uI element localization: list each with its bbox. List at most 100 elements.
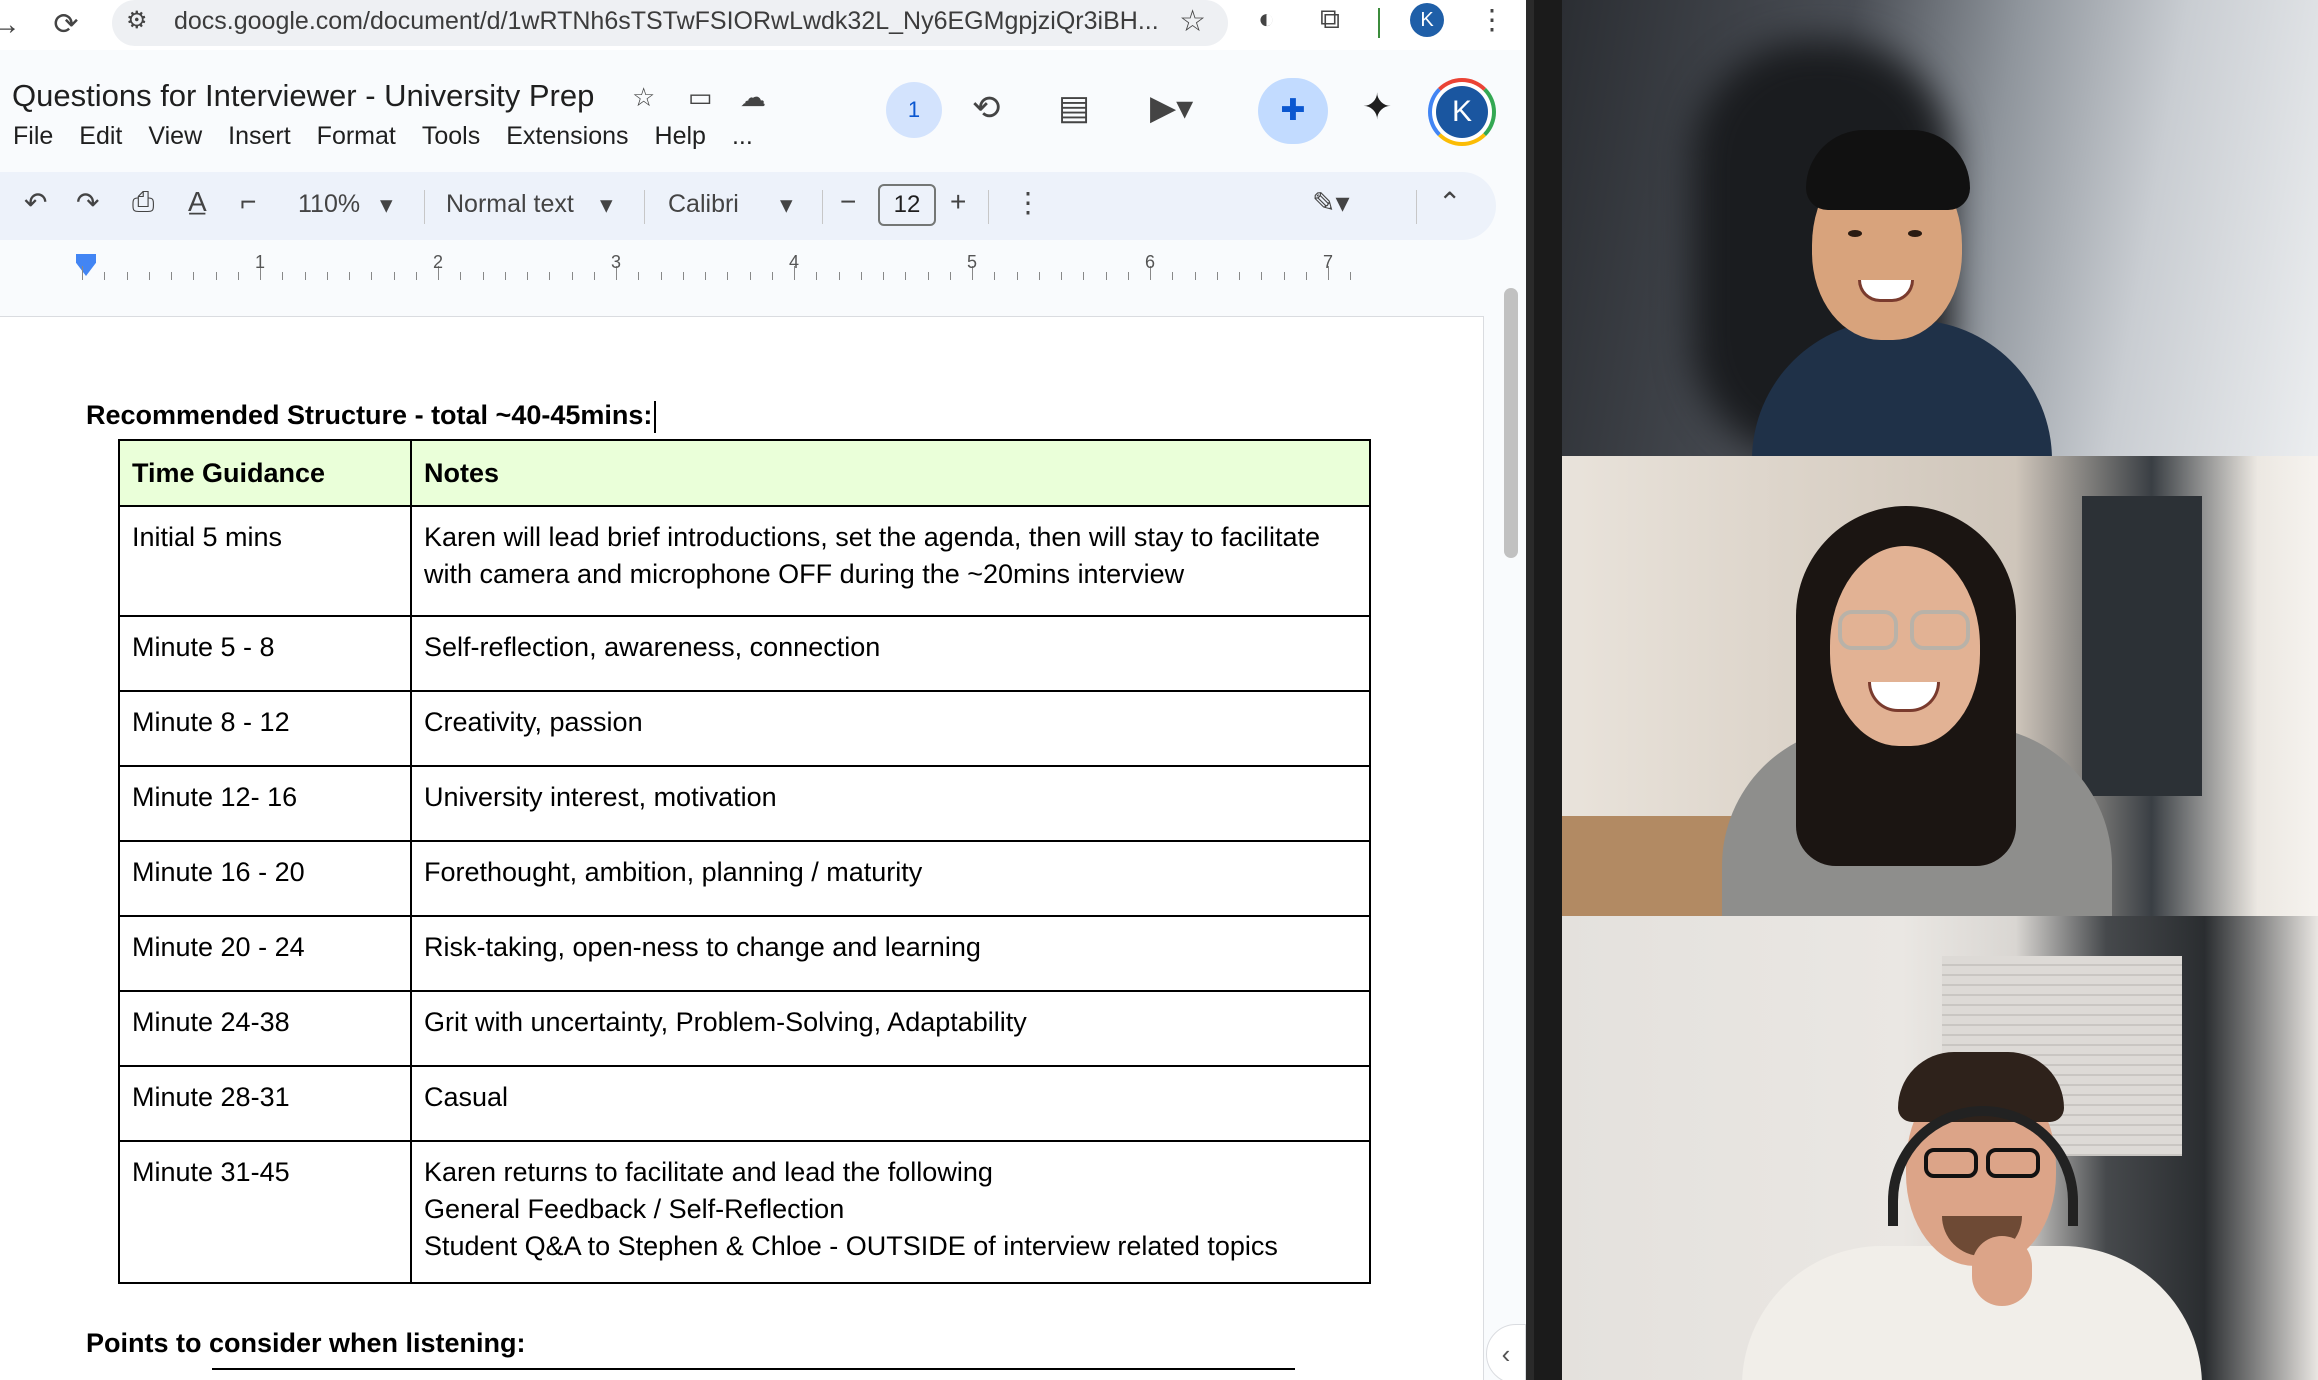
ruler-tick — [148, 272, 150, 280]
notes-cell[interactable]: Risk-taking, open-ness to change and lea… — [410, 915, 1371, 992]
divider-edge — [1526, 0, 1534, 1380]
time-guidance-cell[interactable]: Initial 5 mins — [118, 505, 412, 617]
notes-cell[interactable]: Creativity, passion — [410, 690, 1371, 767]
forward-icon[interactable]: → — [0, 5, 26, 45]
document-title[interactable]: Questions for Interviewer - University P… — [12, 78, 594, 114]
glasses-left — [1924, 1148, 1978, 1178]
vertical-scrollbar[interactable] — [1504, 288, 1518, 558]
paint-format-icon[interactable]: ⌐ — [240, 186, 256, 218]
cloud-status-icon[interactable]: ☁ — [740, 82, 766, 113]
style-dropdown-icon[interactable]: ▾ — [600, 190, 613, 220]
ruler-tick — [771, 272, 773, 280]
ruler-tick — [1038, 272, 1040, 280]
spellcheck-icon[interactable]: A̲ — [188, 186, 207, 218]
notes-cell[interactable]: Karen returns to facilitate and lead the… — [410, 1140, 1371, 1284]
indent-marker[interactable] — [76, 254, 96, 276]
next-table-border — [212, 1368, 1295, 1370]
time-guidance-cell[interactable]: Minute 5 - 8 — [118, 615, 412, 692]
font-dropdown-icon[interactable]: ▾ — [780, 190, 793, 220]
address-bar[interactable]: ⚙ docs.google.com/document/d/1wRTNh6sTST… — [112, 0, 1228, 46]
video-tile-participant-3-active-speaker[interactable] — [1562, 916, 2318, 1380]
ruler-tick — [304, 272, 306, 280]
extensions-puzzle-icon[interactable]: ⧉ — [1320, 3, 1340, 36]
notes-cell[interactable]: Grit with uncertainty, Problem-Solving, … — [410, 990, 1371, 1067]
ruler-tick — [1172, 272, 1174, 280]
star-icon[interactable]: ☆ — [632, 82, 655, 113]
comments-icon[interactable]: ▤ — [1058, 88, 1090, 128]
notes-cell[interactable]: Karen will lead brief introductions, set… — [410, 505, 1371, 617]
horizontal-ruler[interactable]: 1 2 3 4 5 6 7 — [0, 252, 1484, 280]
print-icon[interactable]: ⎙ — [132, 186, 154, 219]
ruler-tick — [727, 272, 729, 280]
time-guidance-cell[interactable]: Minute 31-45 — [118, 1140, 412, 1284]
header-notes[interactable]: Notes — [410, 439, 1371, 507]
paragraph-style-select[interactable]: Normal text — [446, 190, 574, 219]
editing-mode-icon[interactable]: ✎▾ — [1312, 186, 1350, 219]
menu-insert[interactable]: Insert — [228, 122, 291, 151]
move-folder-icon[interactable]: ▭ — [688, 82, 713, 113]
time-guidance-cell[interactable]: Minute 12- 16 — [118, 765, 412, 842]
table-header-row: Time Guidance Notes — [118, 439, 1371, 507]
menu-format[interactable]: Format — [317, 122, 396, 151]
menu-more[interactable]: ... — [732, 122, 753, 151]
bookmark-star-icon[interactable]: ☆ — [1179, 4, 1206, 39]
more-options-icon[interactable]: ⋮ — [1014, 186, 1042, 219]
collapse-menus-icon[interactable]: ⌃ — [1438, 186, 1461, 219]
schedule-table[interactable]: Time Guidance Notes Initial 5 mins Karen … — [118, 439, 1371, 1284]
notes-cell[interactable]: Forethought, ambition, planning / maturi… — [410, 840, 1371, 917]
notes-cell[interactable]: Self-reflection, awareness, connection — [410, 615, 1371, 692]
table-row: Minute 20 - 24 Risk-taking, open-ness to … — [118, 915, 1371, 992]
font-size-input[interactable]: 12 — [878, 184, 936, 226]
toolbar-separator — [644, 190, 645, 224]
header-time-guidance[interactable]: Time Guidance — [118, 439, 412, 507]
version-history-icon[interactable]: ⟲ — [972, 88, 1001, 128]
redo-icon[interactable]: ↷ — [76, 186, 99, 219]
structure-heading[interactable]: Recommended Structure - total ~40-45mins… — [86, 400, 657, 433]
notes-cell[interactable]: University interest, motivation — [410, 765, 1371, 842]
screen: { "browser": { "url": "docs.google.com/d… — [0, 0, 2318, 1380]
browser-toolbar: → ⟳ ⚙ docs.google.com/document/d/1wRTNh6… — [0, 0, 1526, 50]
gemini-spark-icon[interactable]: ✦ — [1362, 86, 1392, 128]
docs-header: Questions for Interviewer - University P… — [0, 50, 1526, 162]
video-tile-participant-2[interactable] — [1562, 456, 2318, 916]
menu-file[interactable]: File — [13, 122, 53, 151]
time-guidance-cell[interactable]: Minute 16 - 20 — [118, 840, 412, 917]
decrease-font-size-icon[interactable]: − — [840, 186, 856, 218]
account-avatar[interactable]: K — [1428, 78, 1496, 146]
menu-help[interactable]: Help — [655, 122, 706, 151]
reload-icon[interactable]: ⟳ — [46, 5, 86, 45]
menu-edit[interactable]: Edit — [79, 122, 122, 151]
ruler-tick — [326, 272, 328, 280]
toolbar-separator — [424, 190, 425, 224]
meet-video-icon[interactable]: ▶▾ — [1150, 88, 1193, 128]
time-guidance-cell[interactable]: Minute 28-31 — [118, 1065, 412, 1142]
video-tile-participant-1[interactable] — [1562, 0, 2318, 456]
ruler-tick — [1305, 272, 1307, 280]
zoom-dropdown-icon[interactable]: ▾ — [380, 190, 393, 220]
note-line: Casual — [424, 1082, 509, 1112]
ruler-tick — [1350, 272, 1352, 280]
menu-view[interactable]: View — [148, 122, 202, 151]
font-family-select[interactable]: Calibri — [668, 190, 739, 219]
viewers-count-badge[interactable]: 1 — [886, 82, 942, 138]
points-heading[interactable]: Points to consider when listening: — [86, 1328, 526, 1359]
outline-toggle-button[interactable]: ‹ — [1486, 1324, 1526, 1380]
time-guidance-cell[interactable]: Minute 8 - 12 — [118, 690, 412, 767]
time-guidance-cell[interactable]: Minute 20 - 24 — [118, 915, 412, 992]
share-button[interactable]: ✚ — [1258, 78, 1328, 144]
site-info-icon[interactable]: ⚙ — [126, 6, 148, 35]
notes-cell[interactable]: Casual — [410, 1065, 1371, 1142]
window-divider[interactable] — [1526, 0, 1562, 1380]
glasses-right — [1910, 610, 1970, 650]
profile-avatar[interactable]: K — [1410, 3, 1444, 37]
zoom-select[interactable]: 110% — [298, 190, 360, 219]
extension-planet-icon[interactable]: ◐ — [1258, 3, 1275, 35]
google-docs-window: → ⟳ ⚙ docs.google.com/document/d/1wRTNh6… — [0, 0, 1526, 1380]
browser-menu-icon[interactable]: ⋮ — [1478, 3, 1506, 36]
increase-font-size-icon[interactable]: + — [950, 186, 966, 218]
menu-extensions[interactable]: Extensions — [506, 122, 628, 151]
undo-icon[interactable]: ↶ — [24, 186, 47, 219]
time-guidance-cell[interactable]: Minute 24-38 — [118, 990, 412, 1067]
formatting-toolbar: ↶ ↷ ⎙ A̲ ⌐ 110% ▾ Normal text ▾ Calibri … — [0, 172, 1496, 240]
menu-tools[interactable]: Tools — [422, 122, 480, 151]
